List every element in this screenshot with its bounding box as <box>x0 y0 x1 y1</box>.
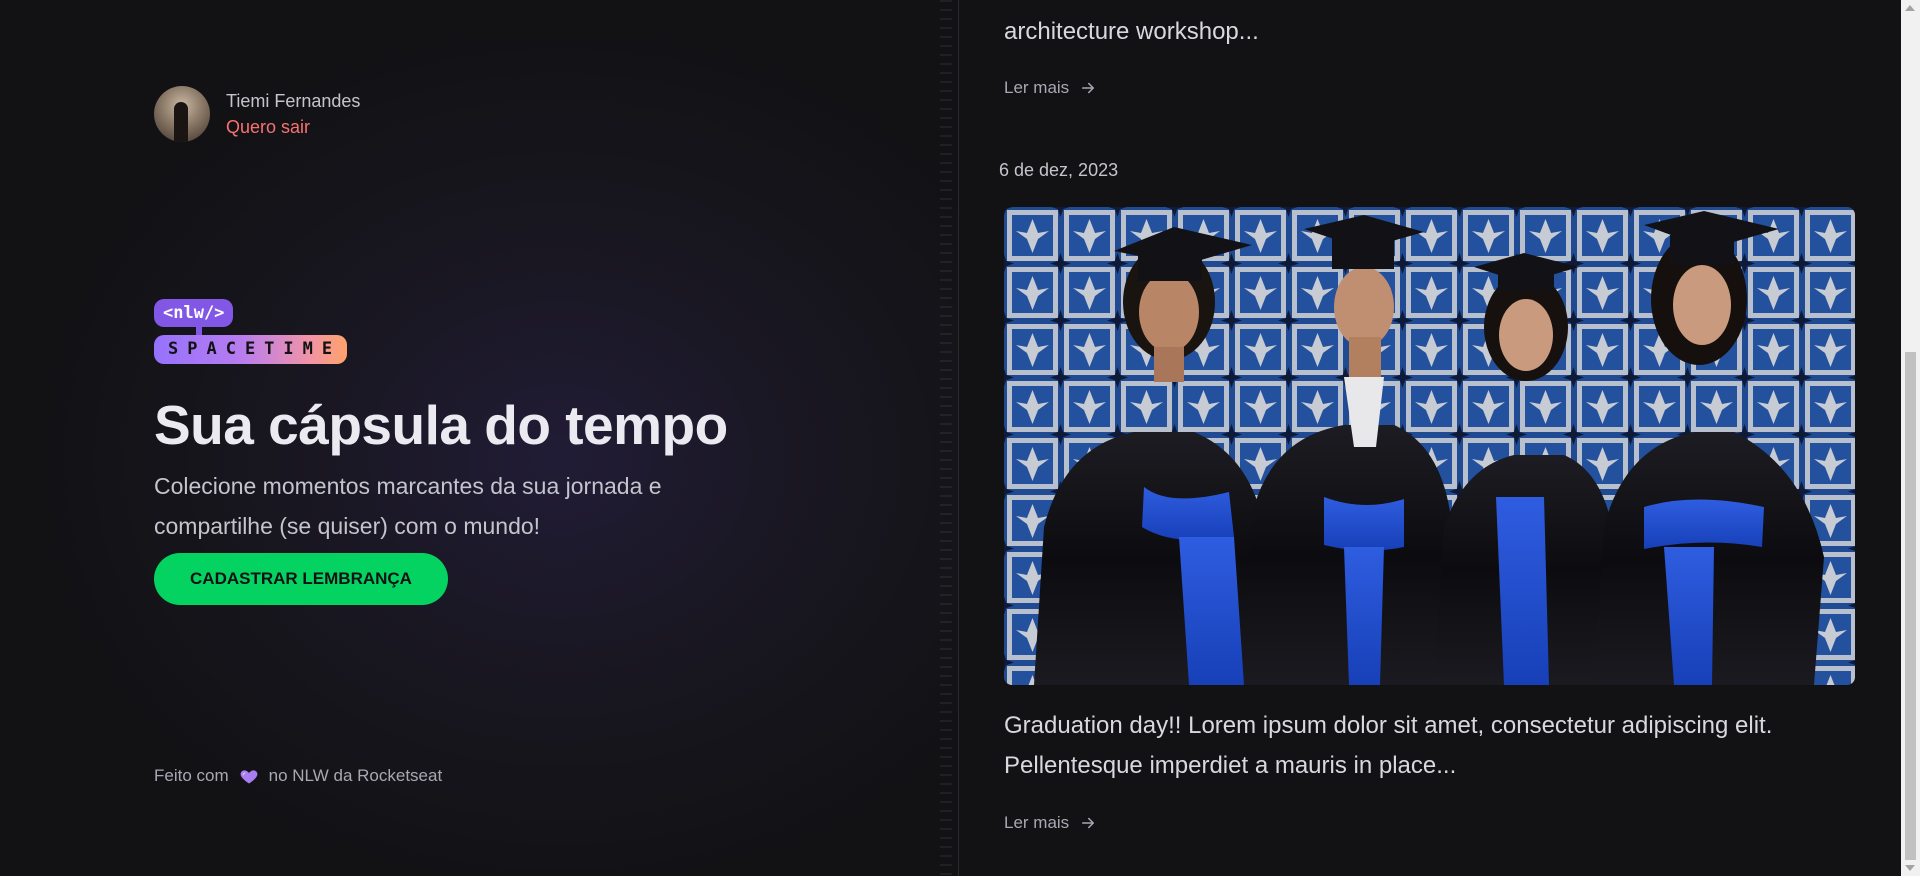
logout-link[interactable]: Quero sair <box>226 114 360 140</box>
read-more-label: Ler mais <box>1004 78 1070 97</box>
hero-title: Sua cápsula do tempo <box>154 394 728 456</box>
scroll-down-icon[interactable] <box>1905 865 1915 871</box>
read-more-link[interactable]: Ler mais <box>1004 813 1097 833</box>
footer: Feito com no NLW da Rocketseat <box>154 766 442 786</box>
avatar[interactable] <box>154 86 210 142</box>
heart-icon <box>240 770 258 784</box>
read-more-link[interactable]: Ler mais <box>1004 78 1097 98</box>
user-info: Tiemi Fernandes Quero sair <box>226 88 360 140</box>
memory-date: 6 de dez, 2023 <box>999 160 1118 181</box>
footer-suffix: no NLW da Rocketseat <box>268 766 443 785</box>
stripes-decoration <box>940 0 952 876</box>
scroll-up-icon[interactable] <box>1905 5 1915 11</box>
memory-image[interactable] <box>1004 207 1855 685</box>
memory-date-label: 6 de dez, 2023 <box>999 160 1119 180</box>
left-panel: Tiemi Fernandes Quero sair <nlw/> SPACET… <box>0 0 958 876</box>
arrow-right-icon <box>1082 817 1095 829</box>
hero-subtitle: Colecione momentos marcantes da sua jorn… <box>154 473 662 539</box>
user-name: Tiemi Fernandes <box>226 91 361 111</box>
graduation-photo <box>1004 207 1855 685</box>
scrollbar-thumb[interactable] <box>1905 352 1916 860</box>
logo-spacetime-badge: SPACETIME <box>154 335 348 364</box>
read-more-label: Ler mais <box>1004 813 1070 832</box>
logo-connector <box>196 327 202 335</box>
logo-nlw-badge: <nlw/> <box>154 299 234 327</box>
footer-prefix: Feito com <box>154 766 229 785</box>
user-block: Tiemi Fernandes Quero sair <box>154 86 360 142</box>
vertical-scrollbar[interactable] <box>1901 0 1920 876</box>
memories-timeline[interactable]: architecture workshop... Ler mais 6 de d… <box>959 0 1901 876</box>
memory-excerpt: architecture workshop... <box>1004 18 1259 45</box>
nlw-spacetime-logo: <nlw/> SPACETIME <box>154 299 348 364</box>
create-memory-button[interactable]: CADASTRAR LEMBRANÇA <box>154 553 448 605</box>
arrow-right-icon <box>1082 82 1095 94</box>
memory-excerpt: Graduation day!! Lorem ipsum dolor sit a… <box>1004 712 1773 779</box>
